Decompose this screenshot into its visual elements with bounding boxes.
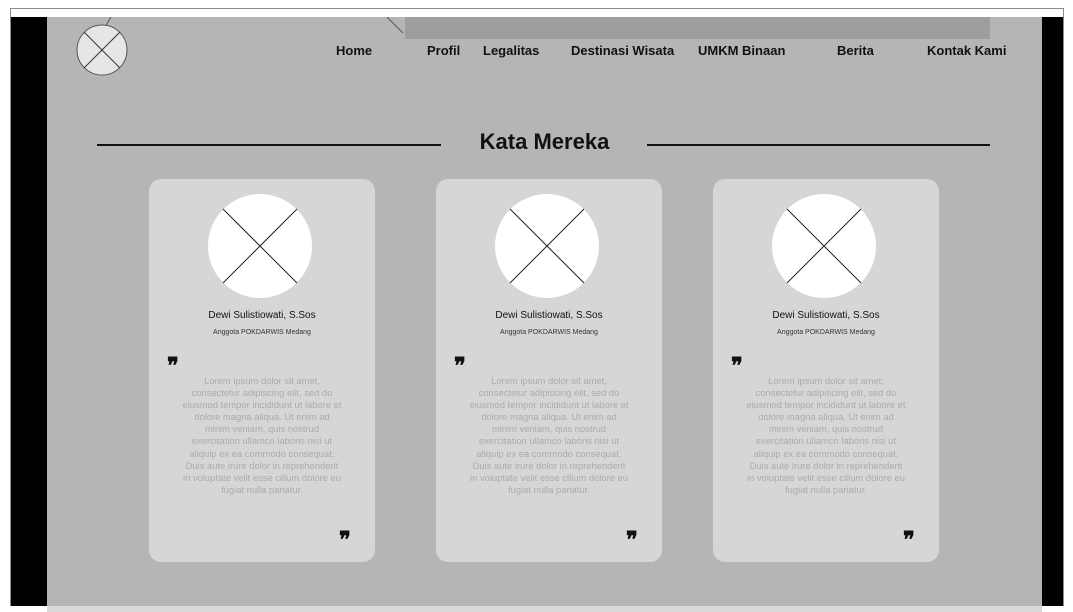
nav-berita[interactable]: Berita — [837, 43, 874, 58]
avatar-placeholder-icon — [772, 194, 876, 298]
quote-open-icon: ❞ — [731, 353, 743, 379]
left-border-bar — [11, 17, 47, 606]
testimonial-quote: Lorem ipsum dolor sit amet, consectetur … — [182, 375, 342, 495]
testimonial-name: Dewi Sulistiowati, S.Sos — [495, 310, 603, 321]
page-canvas: Home Profil Legalitas Destinasi Wisata U… — [47, 17, 1042, 606]
quote-close-icon: ❞ — [903, 527, 915, 553]
testimonial-card: Dewi Sulistiowati, S.Sos Anggota POKDARW… — [436, 179, 662, 562]
testimonial-role: Anggota POKDARWIS Medang — [500, 329, 598, 336]
testimonial-role: Anggota POKDARWIS Medang — [213, 329, 311, 336]
nav-kontak-kami[interactable]: Kontak Kami — [927, 43, 1006, 58]
quote-open-icon: ❞ — [454, 353, 466, 379]
footer-placeholder — [47, 606, 1042, 612]
nav-destinasi-wisata[interactable]: Destinasi Wisata — [571, 43, 674, 58]
nav-umkm-binaan[interactable]: UMKM Binaan — [698, 43, 785, 58]
nav-profil[interactable]: Profil — [427, 43, 460, 58]
testimonial-quote: Lorem ipsum dolor sit amet, consectetur … — [469, 375, 629, 495]
quote-close-icon: ❞ — [339, 527, 351, 553]
testimonial-name: Dewi Sulistiowati, S.Sos — [208, 310, 316, 321]
testimonial-quote: Lorem ipsum dolor sit amet, consectetur … — [746, 375, 906, 495]
avatar-placeholder-icon — [495, 194, 599, 298]
quote-open-icon: ❞ — [167, 353, 179, 379]
hero-banner-placeholder — [405, 17, 990, 39]
avatar-placeholder-icon — [208, 194, 312, 298]
nav-legalitas[interactable]: Legalitas — [483, 43, 539, 58]
testimonial-card: Dewi Sulistiowati, S.Sos Anggota POKDARW… — [713, 179, 939, 562]
testimonial-name: Dewi Sulistiowati, S.Sos — [772, 310, 880, 321]
section-title: Kata Mereka — [479, 129, 610, 154]
title-rule-right — [647, 144, 990, 146]
right-border-bar — [1042, 17, 1063, 606]
quote-close-icon: ❞ — [626, 527, 638, 553]
main-navigation: Home Profil Legalitas Destinasi Wisata U… — [47, 43, 1042, 63]
testimonial-role: Anggota POKDARWIS Medang — [777, 329, 875, 336]
testimonial-card: Dewi Sulistiowati, S.Sos Anggota POKDARW… — [149, 179, 375, 562]
nav-home[interactable]: Home — [336, 43, 372, 58]
